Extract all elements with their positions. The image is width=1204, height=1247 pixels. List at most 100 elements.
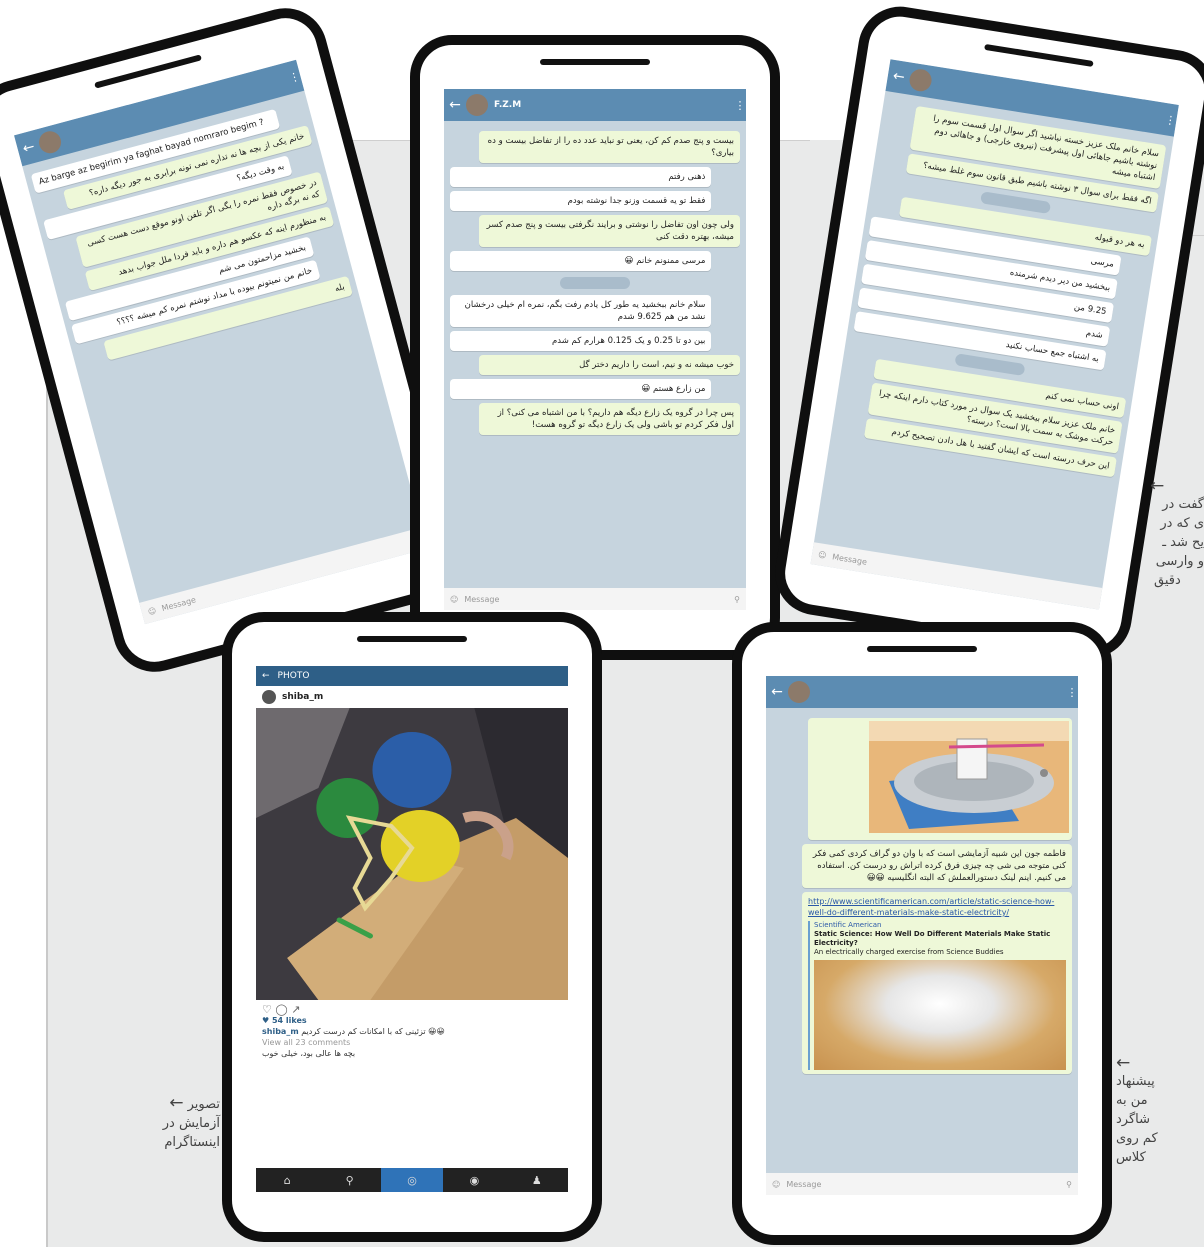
comment-text: بچه ها عالی بود، خیلی خوب	[262, 1049, 356, 1058]
likes-count: ♥ 54 likes	[262, 1016, 307, 1025]
username[interactable]: shiba_m	[282, 692, 323, 702]
article-link[interactable]: http://www.scientificamerican.com/articl…	[808, 896, 1066, 918]
message-bubble[interactable]: من زارع هستم 😀	[450, 379, 712, 399]
avatar[interactable]	[466, 94, 488, 116]
caption-left-bottom: تصویر ← آزمایش در اینستاگرام	[130, 1095, 220, 1152]
attach-icon[interactable]: ⚲	[734, 595, 740, 604]
back-arrow-icon[interactable]: ←	[262, 671, 270, 681]
message-bubble[interactable]: خوب میشه نه و نیم، است را داریم دختر گل	[478, 355, 740, 375]
back-arrow-icon[interactable]: ←	[444, 97, 466, 113]
back-arrow-icon[interactable]: ←	[16, 137, 41, 158]
search-icon[interactable]: ⚲	[318, 1168, 380, 1192]
phone-speaker	[984, 43, 1094, 68]
emoji-icon[interactable]: ☺	[772, 1180, 780, 1189]
chat-header: ← ⋮	[766, 676, 1078, 708]
post-actions: ♡ ◯ ↗	[262, 1004, 562, 1015]
avatar[interactable]	[907, 67, 934, 93]
menu-icon[interactable]: ⋮	[287, 69, 302, 85]
preview-description: An electrically charged exercise from Sc…	[814, 948, 1004, 956]
message-input[interactable]: ☺ Message ⚲	[444, 588, 746, 610]
caption-line: تصویر	[187, 1097, 220, 1112]
phone-screen: ← ⋮ فاطمه جون این شبیه آزمایشی است که با…	[766, 676, 1078, 1195]
caption-line: یح شد ـ	[1162, 535, 1204, 550]
phone-speaker	[94, 54, 202, 89]
caption-line: پیشنهاد	[1116, 1074, 1155, 1089]
image-message[interactable]	[808, 718, 1072, 840]
menu-icon[interactable]: ⋮	[1163, 112, 1177, 128]
menu-icon[interactable]: ⋮	[1066, 686, 1078, 699]
caption-right-top: ← گفت در ی که در یح شد ـ و وارسی دقیق	[1150, 478, 1204, 590]
link-preview[interactable]: Scientific American Static Science: How …	[808, 921, 1066, 1070]
home-icon[interactable]: ⌂	[256, 1168, 318, 1192]
phone-speaker	[540, 59, 650, 65]
phone-screen: ← PHOTO shiba_m ♡ ◯ ↗ ♥ 54 likes shiba_m …	[256, 666, 568, 1192]
experiment-photo	[256, 708, 568, 1000]
activity-icon[interactable]: ◉	[443, 1168, 505, 1192]
text-message[interactable]: فاطمه جون این شبیه آزمایشی است که با وان…	[802, 844, 1072, 888]
caption-line: من به	[1116, 1093, 1148, 1108]
caption-line: کلاس	[1116, 1150, 1146, 1165]
back-arrow-icon[interactable]: ←	[887, 67, 911, 86]
arrow-icon: ←	[169, 1093, 184, 1113]
phone-telegram-right: ← ⋮ سلام خانم ملک عزیز خسته نباشید اگر س…	[769, 0, 1204, 665]
preview-site: Scientific American	[814, 921, 882, 929]
phone-telegram-link: ← ⋮ فاطمه جون این شبیه آزمایشی است که با…	[732, 622, 1112, 1245]
message-bubble[interactable]: بیست و پنج صدم کم کن، یعنی تو نباید عدد …	[478, 131, 740, 163]
chat-messages: فاطمه جون این شبیه آزمایشی است که با وان…	[766, 708, 1078, 1173]
message-placeholder: Message	[464, 594, 500, 604]
phone-speaker	[357, 636, 467, 642]
phone-screen: ← ⋮ سلام خانم ملک عزیز خسته نباشید اگر س…	[810, 59, 1179, 610]
camera-icon[interactable]: ◎	[380, 1168, 444, 1192]
chat-header: ← F.Z.M ⋮	[444, 89, 746, 121]
caption-line: ی که در	[1160, 516, 1204, 531]
caption-line: و وارسی	[1155, 554, 1204, 569]
menu-icon[interactable]: ⋮	[734, 99, 746, 112]
phone-speaker	[867, 646, 977, 652]
caption-line-first: تصویر ←	[130, 1095, 220, 1114]
caption-line: دقیق	[1154, 573, 1181, 588]
arrow-icon: ←	[1150, 478, 1165, 496]
photo-title: PHOTO	[277, 671, 310, 681]
caption-right-bottom: ← پیشنهاد من به شاگرد کم روی کلاس	[1116, 1055, 1176, 1167]
message-bubble[interactable]: مرسی ممنونم خانم 😀	[450, 251, 712, 271]
attach-icon[interactable]: ⚲	[1066, 1180, 1072, 1189]
arrow-icon: ←	[1116, 1053, 1131, 1073]
message-bubble[interactable]: ذهنی رفتم	[450, 167, 712, 187]
message-bubble[interactable]: ولی چون اون تفاضل را نوشتی و برایند نگرف…	[478, 215, 740, 247]
message-placeholder: Message	[786, 1179, 822, 1189]
experiment-diagram-image	[869, 721, 1069, 833]
message-bubble[interactable]: بین دو تا 0.25 و یک 0.125 هرارم کم شدم	[450, 331, 712, 351]
avatar[interactable]	[262, 690, 276, 704]
chat-messages: بیست و پنج صدم کم کن، یعنی تو نباید عدد …	[444, 121, 746, 588]
emoji-icon[interactable]: ☺	[450, 595, 458, 604]
message-bubble[interactable]: سلام خانم ببخشید یه طور کل یادم رفت بگم،…	[450, 295, 712, 327]
caption-line: گفت در	[1162, 497, 1204, 512]
bottom-nav: ⌂ ⚲ ◎ ◉ ♟	[256, 1168, 568, 1192]
profile-icon[interactable]: ♟	[506, 1168, 568, 1192]
caption-line: آزمایش در	[162, 1116, 220, 1131]
back-arrow-icon[interactable]: ←	[766, 684, 788, 700]
post-caption: shiba_m تزئینی که با امکانات کم درست کرد…	[262, 1026, 562, 1037]
caption-line: شاگرد	[1116, 1112, 1151, 1127]
link-message[interactable]: http://www.scientificamerican.com/articl…	[802, 892, 1072, 1074]
caption-line: کم روی	[1116, 1131, 1158, 1146]
post-user[interactable]: shiba_m	[256, 686, 568, 708]
post-meta: ♡ ◯ ↗ ♥ 54 likes shiba_m تزئینی که با ام…	[256, 1000, 568, 1168]
message-bubble[interactable]: فقط تو یه قسمت وزنو جدا نوشته بودم	[450, 191, 712, 211]
phone-telegram-middle: ← F.Z.M ⋮ بیست و پنج صدم کم کن، یعنی تو …	[410, 35, 780, 660]
phone-screen: ← F.Z.M ⋮ بیست و پنج صدم کم کن، یعنی تو …	[444, 89, 746, 610]
message-input[interactable]: ☺ Message ⚲	[766, 1173, 1078, 1195]
phone-instagram: ← PHOTO shiba_m ♡ ◯ ↗ ♥ 54 likes shiba_m …	[222, 612, 602, 1242]
caption-username[interactable]: shiba_m	[262, 1027, 299, 1036]
chat-name: F.Z.M	[494, 99, 522, 110]
avatar[interactable]	[788, 681, 810, 703]
preview-image	[814, 960, 1066, 1070]
message-bubble[interactable]: پس چرا در گروه یک زارع دیگه هم داریم؟ با…	[478, 403, 740, 435]
caption-line: اینستاگرام	[164, 1135, 220, 1150]
chat-messages: سلام خانم ملک عزیز خسته نباشید اگر سوال …	[814, 91, 1174, 588]
caption-text: تزئینی که با امکانات کم درست کردیم 😀😀	[301, 1027, 445, 1036]
experiment-photo-image	[256, 708, 568, 1000]
date-divider	[560, 277, 630, 289]
view-comments-link[interactable]: View all 23 comments	[262, 1037, 562, 1048]
photo-header: ← PHOTO	[256, 666, 568, 686]
